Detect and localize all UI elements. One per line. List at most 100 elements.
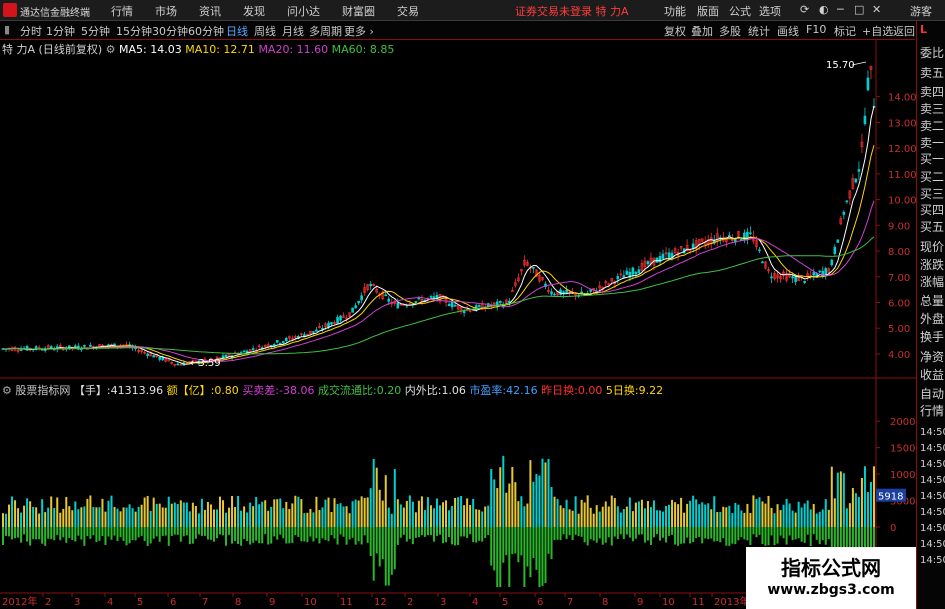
volume-bar-up (218, 496, 221, 527)
sidebar-item-2[interactable]: 卖四 (920, 86, 945, 99)
volume-bar-up (408, 495, 411, 527)
sidebar-item-15[interactable]: 外盘 (920, 313, 945, 326)
volume-bar-down (339, 527, 342, 535)
volume-bar-up (261, 501, 264, 527)
sidebar-item-16[interactable]: 换手 (920, 331, 945, 344)
candle-body (770, 276, 773, 279)
sidebar-item-22[interactable]: 14:50 (920, 442, 945, 455)
sidebar-item-1[interactable]: 卖五 (920, 67, 945, 80)
candle-body (758, 249, 761, 252)
ma20-line (2, 200, 875, 362)
sidebar-item-28[interactable]: 14:50 (920, 538, 945, 551)
sidebar-item-20[interactable]: 行情 (920, 405, 945, 418)
volume-bar-down (246, 527, 249, 541)
volume-bar-up (556, 498, 559, 527)
sidebar-item-19[interactable]: 自动 (920, 388, 945, 401)
volume-bar-down (134, 527, 137, 541)
volume-bar-down (426, 527, 429, 536)
volume-bar-up (128, 504, 131, 527)
volume-bar-up (836, 472, 839, 527)
nw-label: 内外比: (404, 384, 442, 397)
volume-bar-down (731, 527, 734, 544)
candle-body (315, 329, 318, 332)
volume-bar-down (408, 527, 411, 540)
volume-bar-up (547, 458, 550, 527)
kline-chart[interactable]: 14.00 13.00 12.00 11.00 10.00 9.00 8.00 7.00 6.0… (0, 0, 916, 609)
candle-body (396, 302, 400, 309)
candle-body (830, 259, 834, 266)
volume-bar-down (29, 527, 32, 546)
sidebar-item-26[interactable]: 14:50 (920, 506, 945, 519)
volume-bar-down (634, 527, 637, 539)
volume-bar-up (559, 505, 562, 527)
volume-bar-down (53, 527, 56, 541)
volume-bar-down (517, 527, 520, 563)
volume-bar-down (788, 527, 791, 536)
volume-bar-up (203, 509, 206, 527)
syl-label: 市盈率: (469, 384, 507, 397)
sidebar-item-12[interactable]: 涨跌 (920, 259, 945, 272)
volume-bar-up (267, 510, 270, 527)
watermark-title: 指标公式网 (781, 556, 881, 580)
volume-bar-down (249, 527, 252, 545)
volume-bar-up (411, 501, 414, 527)
volume-bar-up (863, 466, 866, 527)
sidebar-item-25[interactable]: 14:50 (920, 490, 945, 503)
volume-bar-down (381, 527, 384, 560)
sidebar-item-3[interactable]: 卖三 (920, 103, 945, 116)
volume-bar-up (637, 501, 640, 527)
volume-bar-down (625, 527, 628, 535)
volume-bar-up (872, 466, 875, 527)
volume-bar-up (41, 499, 44, 527)
volume-bar-down (309, 527, 312, 537)
sidebar-item-6[interactable]: 买一 (920, 153, 945, 166)
volume-bar-down (640, 527, 643, 535)
candle-body (357, 300, 360, 304)
volume-tick-label: 20000 (890, 417, 916, 428)
volume-bar-up (258, 504, 261, 527)
candlesticks (1, 65, 876, 368)
indicator-info-row: ⚙ 股票指标网 【手】:41313.96 额【亿】:0.80 买卖差:-38.0… (0, 382, 915, 397)
sidebar-item-21[interactable]: 14:50 (920, 426, 945, 439)
sidebar-item-11[interactable]: 现价 (920, 241, 945, 254)
volume-bar-up (601, 506, 604, 527)
volume-bar-up (249, 502, 252, 527)
sidebar-item-10[interactable]: 买五 (920, 221, 945, 234)
volume-bar-up (336, 504, 339, 527)
cj-value: 0.20 (376, 384, 402, 397)
volume-bar-up (303, 513, 306, 527)
volume-bar-down (318, 527, 321, 544)
sidebar-item-23[interactable]: 14:50 (920, 458, 945, 471)
volume-bar-down (237, 527, 240, 545)
candle-body (634, 271, 638, 275)
sidebar-item-9[interactable]: 买四 (920, 204, 945, 217)
volume-bar-up (264, 500, 267, 527)
sidebar-item-0[interactable]: 委比 (920, 47, 945, 60)
sidebar-item-5[interactable]: 卖一 (920, 137, 945, 150)
sidebar-item-4[interactable]: 卖二 (920, 120, 945, 133)
volume-bar-up (11, 496, 14, 527)
candle-body (339, 315, 342, 321)
sidebar-item-18[interactable]: 收益 (920, 369, 945, 382)
volume-bar-down (83, 527, 86, 546)
volume-bar-up (351, 501, 354, 527)
indicator-settings-icon[interactable]: ⚙ (2, 384, 12, 397)
sidebar-item-29[interactable]: 14:50 (920, 554, 945, 567)
volume-bar-down (131, 527, 134, 541)
volume-bar-down (306, 527, 309, 543)
volume-bar-up (749, 513, 752, 527)
volume-bar-down (252, 527, 255, 543)
volume-bar-up (345, 506, 348, 527)
sidebar-item-17[interactable]: 净资 (920, 351, 945, 364)
volume-bar-down (818, 527, 821, 545)
sidebar-item-14[interactable]: 总量 (920, 295, 945, 308)
sidebar-item-7[interactable]: 买二 (920, 171, 945, 184)
sidebar-item-13[interactable]: 涨幅 (920, 276, 945, 289)
volume-bar-up (451, 505, 454, 527)
sidebar-item-8[interactable]: 买三 (920, 188, 945, 201)
volume-bar-down (779, 527, 782, 536)
sidebar-item-27[interactable]: 14:50 (920, 522, 945, 535)
sidebar-item-24[interactable]: 14:50 (920, 474, 945, 487)
date-month-label: 10 (304, 597, 317, 608)
candle-body (863, 115, 867, 125)
